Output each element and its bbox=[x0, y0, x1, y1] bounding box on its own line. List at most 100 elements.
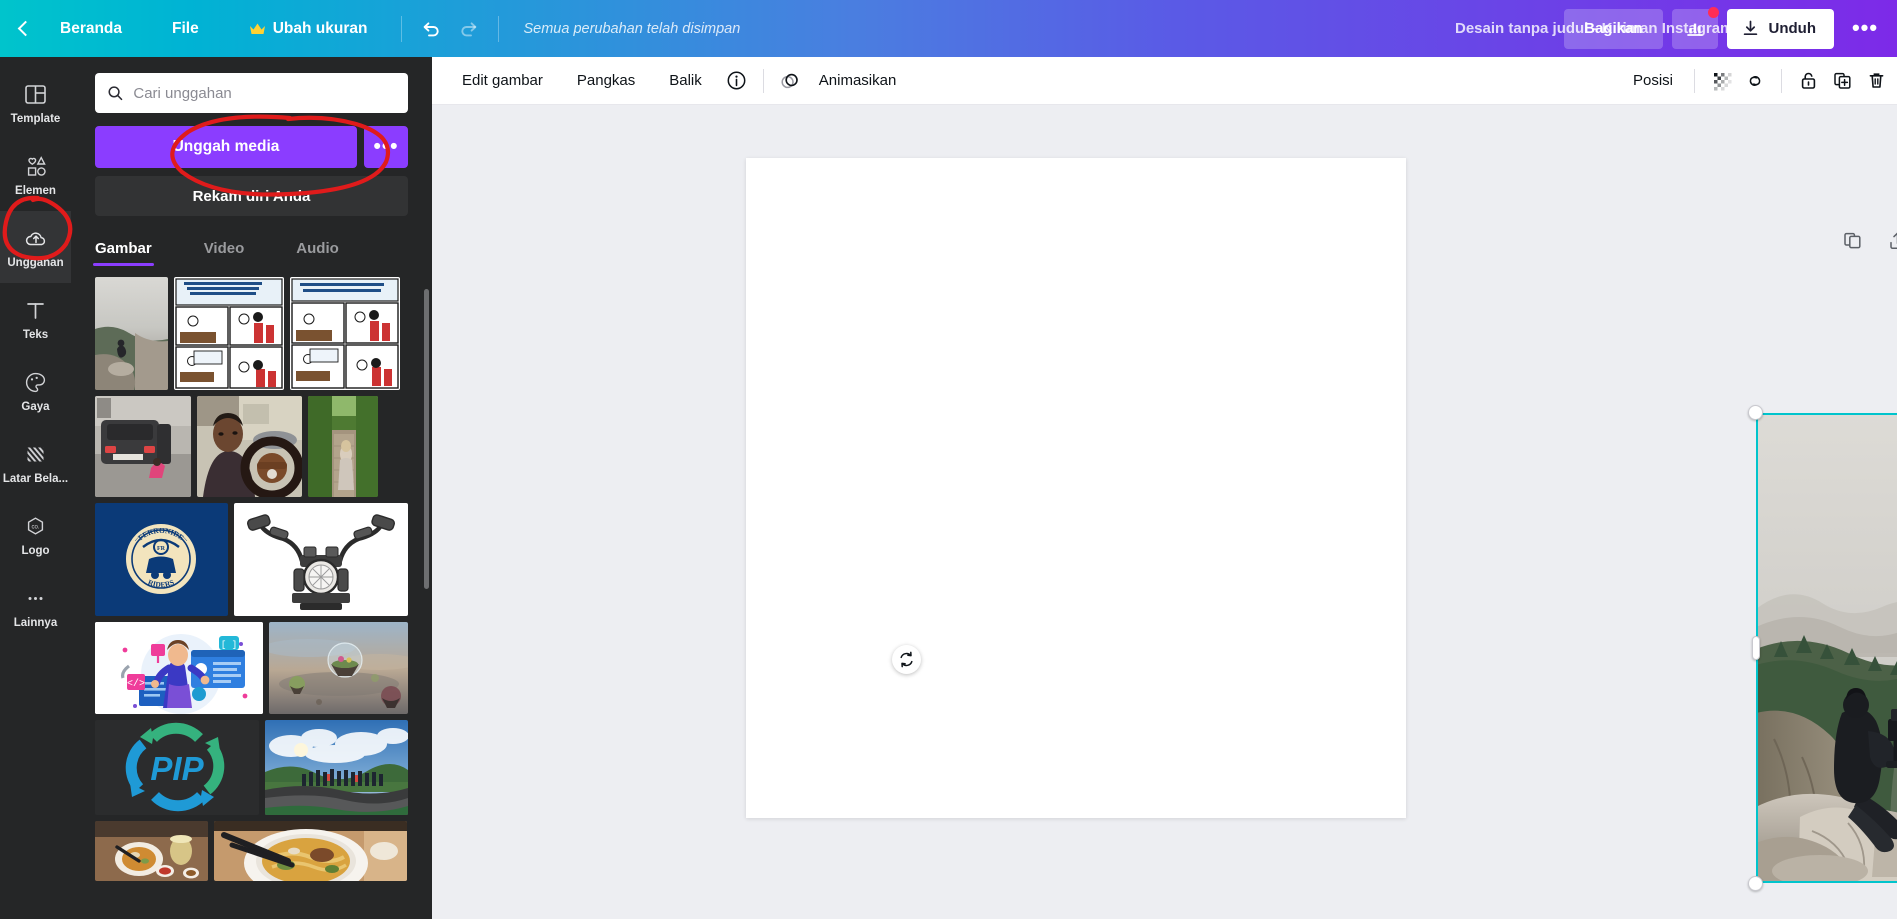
thumb-canyon-photographer[interactable] bbox=[95, 277, 168, 390]
crown-icon bbox=[249, 22, 266, 36]
sidebar-item-lainnya[interactable]: Lainnya bbox=[0, 571, 71, 643]
canvas-toolbar: Edit gambar Pangkas Balik Animasikan Pos… bbox=[432, 57, 1897, 105]
delete-button[interactable] bbox=[1859, 64, 1893, 98]
toolbar-divider-3 bbox=[1781, 68, 1782, 93]
sidebar-label-logo: Logo bbox=[21, 544, 50, 557]
thumb-motorcycle-handlebar[interactable] bbox=[234, 503, 408, 616]
share-page-icon bbox=[1890, 232, 1897, 250]
flip-button[interactable]: Balik bbox=[657, 64, 714, 98]
thumb-group-hill[interactable] bbox=[265, 720, 408, 815]
svg-text:co.: co. bbox=[31, 525, 39, 531]
thumb-food-table[interactable] bbox=[95, 821, 208, 881]
search-field[interactable] bbox=[95, 73, 408, 113]
thumb-noodle-bowl[interactable] bbox=[214, 821, 407, 881]
thumb-ferronide-riders-logo[interactable]: FR FERRONIDE RIDERS bbox=[95, 503, 228, 616]
home-menu-button[interactable]: Beranda bbox=[46, 11, 136, 47]
resize-handle-left[interactable] bbox=[1752, 636, 1760, 660]
sidebar-item-template[interactable]: Template bbox=[0, 67, 71, 139]
uploads-row bbox=[95, 277, 408, 390]
animate-icon-button[interactable] bbox=[773, 64, 807, 98]
home-label: Beranda bbox=[60, 19, 123, 37]
copy-page-button[interactable] bbox=[1842, 230, 1863, 256]
crop-button[interactable]: Pangkas bbox=[565, 64, 647, 98]
upload-media-button[interactable]: Unggah media bbox=[95, 126, 357, 168]
download-button[interactable]: Unduh bbox=[1726, 8, 1834, 49]
thumb-pip-logo[interactable]: PIP bbox=[95, 720, 259, 815]
thumb-green-path[interactable] bbox=[308, 396, 378, 497]
thumb-person-in-car[interactable] bbox=[197, 396, 302, 497]
duplicate-button[interactable] bbox=[1825, 64, 1859, 98]
panel-scrollbar[interactable] bbox=[424, 289, 429, 589]
share-page-button[interactable] bbox=[1887, 230, 1897, 256]
ellipsis-icon bbox=[23, 586, 48, 612]
thumb-floating-islands[interactable] bbox=[268, 622, 408, 714]
selected-image-element[interactable] bbox=[1748, 405, 1897, 891]
download-icon bbox=[1743, 20, 1757, 36]
stats-button[interactable] bbox=[1671, 6, 1719, 49]
link-icon bbox=[1749, 75, 1761, 86]
info-button[interactable] bbox=[720, 64, 754, 98]
rotate-handle[interactable] bbox=[892, 645, 921, 674]
tab-audio[interactable]: Audio bbox=[296, 234, 339, 266]
pattern-icon bbox=[23, 442, 48, 468]
left-rail: Template Elemen Unggahan Teks Gaya Latar… bbox=[0, 57, 71, 919]
sidebar-item-gaya[interactable]: Gaya bbox=[0, 355, 71, 427]
thumb-comic-strip-2[interactable] bbox=[290, 277, 400, 390]
uploads-row bbox=[95, 396, 408, 497]
bar-chart-icon bbox=[1686, 23, 1703, 36]
sidebar-item-latar-belakang[interactable]: Latar Bela... bbox=[0, 427, 71, 499]
canyon-photographer-image bbox=[1756, 413, 1897, 883]
page-tools bbox=[1842, 230, 1897, 256]
animate-label: Animasikan bbox=[818, 72, 897, 89]
header-divider-1 bbox=[401, 15, 403, 42]
back-button[interactable] bbox=[0, 0, 46, 57]
thumb-suv-street[interactable] bbox=[95, 396, 191, 497]
thumb-developer-illustration[interactable]: </> [ ] bbox=[95, 622, 263, 714]
redo-icon bbox=[461, 21, 477, 36]
sidebar-label-gaya: Gaya bbox=[21, 400, 50, 413]
design-page[interactable] bbox=[746, 158, 1897, 891]
notification-badge bbox=[1707, 6, 1719, 18]
transparency-button[interactable] bbox=[1704, 64, 1738, 98]
uploads-row: PIP bbox=[95, 720, 408, 815]
animate-button[interactable]: Animasikan bbox=[807, 64, 909, 98]
sidebar-label-teks: Teks bbox=[22, 328, 49, 341]
position-button[interactable]: Posisi bbox=[1621, 64, 1685, 98]
uploads-grid: FR FERRONIDE RIDERS </> [] PIP bbox=[71, 277, 432, 919]
sidebar-item-elemen[interactable]: Elemen bbox=[0, 139, 71, 211]
trash-icon bbox=[1869, 73, 1883, 88]
undo-button[interactable] bbox=[412, 10, 450, 48]
link-button[interactable] bbox=[1738, 64, 1772, 98]
record-yourself-button[interactable]: Rekam diri Anda bbox=[95, 176, 408, 216]
sidebar-item-unggahan[interactable]: Unggahan bbox=[0, 211, 71, 283]
palette-icon bbox=[23, 370, 48, 396]
header-divider-2 bbox=[498, 15, 500, 42]
tab-video[interactable]: Video bbox=[204, 234, 245, 266]
resize-handle-top-left[interactable] bbox=[1748, 405, 1763, 420]
thumb-comic-strip-1[interactable] bbox=[174, 277, 284, 390]
uploads-row: FR FERRONIDE RIDERS bbox=[95, 503, 408, 616]
uploads-row bbox=[95, 821, 408, 881]
lock-button[interactable] bbox=[1791, 64, 1825, 98]
flip-label: Balik bbox=[669, 72, 702, 89]
sidebar-item-teks[interactable]: Teks bbox=[0, 283, 71, 355]
tab-gambar-label: Gambar bbox=[95, 240, 152, 257]
upload-media-label: Unggah media bbox=[172, 138, 280, 155]
sidebar-item-logo[interactable]: co. Logo bbox=[0, 499, 71, 571]
resize-button[interactable]: Ubah ukuran bbox=[235, 11, 382, 47]
edit-image-button[interactable]: Edit gambar bbox=[450, 64, 555, 98]
search-input[interactable] bbox=[133, 84, 396, 102]
tab-gambar[interactable]: Gambar bbox=[93, 234, 154, 266]
text-icon bbox=[23, 298, 48, 324]
header-more-button[interactable]: ••• bbox=[1843, 9, 1887, 49]
header-more-label: ••• bbox=[1851, 15, 1879, 41]
file-menu-button[interactable]: File bbox=[158, 11, 213, 47]
upload-more-button[interactable]: ••• bbox=[364, 126, 408, 168]
toolbar-right-group: Posisi bbox=[1621, 64, 1883, 98]
redo-button[interactable] bbox=[450, 10, 488, 48]
transparency-checker-icon bbox=[1713, 73, 1731, 91]
chevron-left-icon bbox=[17, 20, 33, 37]
resize-handle-bottom-left[interactable] bbox=[1748, 876, 1763, 891]
shapes-icon bbox=[23, 154, 48, 180]
cloud-upload-icon bbox=[23, 226, 49, 252]
